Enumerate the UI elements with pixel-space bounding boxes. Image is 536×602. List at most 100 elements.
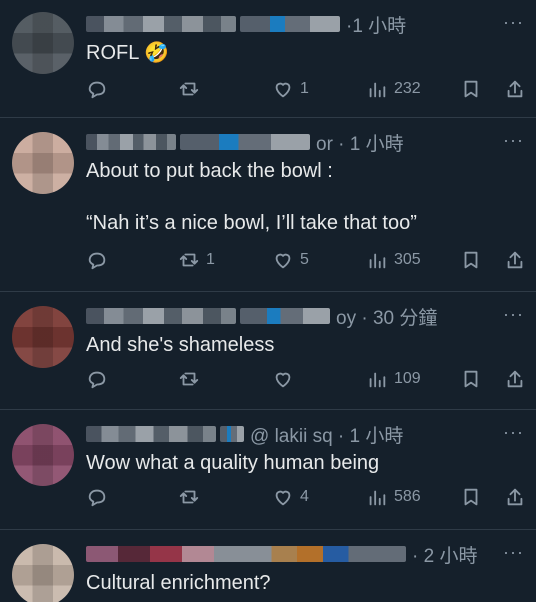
heart-icon: [275, 253, 291, 269]
reply-feed: ·1 小時 ··· ROFL 🤣 1 232 or · 1 小時 ··· Abo…: [0, 0, 536, 602]
views-button[interactable]: 232: [366, 78, 421, 100]
redacted-handle[interactable]: [240, 308, 330, 324]
share-icon: [507, 370, 523, 388]
views-icon: [369, 490, 386, 506]
reply-button[interactable]: [86, 486, 114, 508]
retweet-icon: [179, 253, 199, 267]
reply-button[interactable]: [86, 78, 114, 100]
redacted-author-name[interactable]: [86, 134, 176, 150]
views-button[interactable]: 109: [366, 368, 421, 390]
retweet-button[interactable]: [178, 78, 206, 100]
heart-icon: [275, 490, 291, 506]
tweet-header: · 2 小時 ···: [86, 542, 526, 567]
tweet-header: or · 1 小時 ···: [86, 130, 526, 155]
tweet-meta: @ lakii sq · 1 小時: [250, 425, 404, 447]
share-button[interactable]: [504, 249, 526, 271]
views-icon: [369, 253, 386, 269]
reply-icon: [88, 489, 106, 507]
tweet-header: ·1 小時 ···: [86, 12, 526, 37]
tweet-actions: 109: [86, 368, 526, 394]
like-button[interactable]: 4: [272, 486, 309, 508]
views-count: 586: [394, 488, 421, 505]
like-count: 1: [300, 80, 309, 97]
tweet-actions: 1 5 305: [86, 249, 526, 275]
tweet-actions: 4 586: [86, 486, 526, 512]
more-icon[interactable]: ···: [503, 130, 524, 151]
share-icon: [507, 80, 523, 98]
retweet-icon: [179, 372, 199, 386]
tweet-text: Wow what a quality human being: [86, 452, 380, 474]
heart-icon: [275, 82, 291, 98]
redacted-handle[interactable]: [220, 426, 244, 442]
bookmark-icon: [464, 251, 478, 269]
reply-tweet[interactable]: oy · 30 分鐘 ··· And she's shameless 109: [0, 292, 536, 410]
redacted-author-name[interactable]: [86, 308, 236, 324]
like-count: 4: [300, 488, 309, 505]
tweet-actions: 1 232: [86, 78, 526, 104]
views-icon: [369, 82, 386, 98]
share-button[interactable]: [504, 78, 526, 100]
bookmark-button[interactable]: [460, 249, 482, 271]
reply-tweet[interactable]: @ lakii sq · 1 小時 ··· Wow what a quality…: [0, 410, 536, 530]
bookmark-icon: [464, 488, 478, 506]
reply-tweet[interactable]: or · 1 小時 ··· About to put back the bowl…: [0, 118, 536, 292]
retweet-button[interactable]: [178, 368, 206, 390]
tweet-meta: oy · 30 分鐘: [336, 307, 438, 329]
heart-icon: [275, 372, 291, 388]
tweet-text: About to put back the bowl : “Nah it’s a…: [86, 160, 417, 234]
reply-icon: [88, 371, 106, 389]
more-icon[interactable]: ···: [503, 304, 524, 325]
avatar[interactable]: [12, 132, 74, 194]
retweet-button[interactable]: 1: [178, 249, 215, 271]
bookmark-button[interactable]: [460, 78, 482, 100]
reply-icon: [88, 252, 106, 270]
redacted-handle[interactable]: [180, 134, 310, 150]
bookmark-icon: [464, 80, 478, 98]
tweet-text: And she's shameless: [86, 334, 275, 356]
share-button[interactable]: [504, 368, 526, 390]
like-button[interactable]: 1: [272, 78, 309, 100]
like-button[interactable]: [272, 368, 300, 390]
reply-button[interactable]: [86, 368, 114, 390]
more-icon[interactable]: ···: [503, 12, 524, 33]
views-count: 232: [394, 80, 421, 97]
redacted-author-name[interactable]: [86, 426, 216, 442]
retweet-icon: [179, 490, 199, 504]
retweet-button[interactable]: [178, 486, 206, 508]
bookmark-button[interactable]: [460, 368, 482, 390]
views-count: 305: [394, 251, 421, 268]
retweet-count: 1: [206, 251, 215, 268]
share-icon: [507, 488, 523, 506]
tweet-header: oy · 30 分鐘 ···: [86, 304, 526, 329]
redacted-author-name[interactable]: [86, 546, 406, 562]
redacted-handle[interactable]: [240, 16, 340, 32]
tweet-text: Cultural enrichment?: [86, 572, 271, 594]
reply-icon: [88, 81, 106, 99]
like-button[interactable]: 5: [272, 249, 309, 271]
tweet-header: @ lakii sq · 1 小時 ···: [86, 422, 526, 447]
views-button[interactable]: 586: [366, 486, 421, 508]
bookmark-icon: [464, 370, 478, 388]
views-count: 109: [394, 370, 421, 387]
reply-tweet[interactable]: · 2 小時 ··· Cultural enrichment?: [0, 530, 536, 602]
more-icon[interactable]: ···: [503, 542, 524, 563]
tweet-meta: ·1 小時: [346, 15, 407, 37]
tweet-text: ROFL 🤣: [86, 42, 170, 64]
share-button[interactable]: [504, 486, 526, 508]
reply-button[interactable]: [86, 249, 114, 271]
avatar[interactable]: [12, 12, 74, 74]
reply-tweet[interactable]: ·1 小時 ··· ROFL 🤣 1 232: [0, 0, 536, 118]
avatar[interactable]: [12, 544, 74, 602]
bookmark-button[interactable]: [460, 486, 482, 508]
like-count: 5: [300, 251, 309, 268]
views-button[interactable]: 305: [366, 249, 421, 271]
redacted-author-name[interactable]: [86, 16, 236, 32]
share-icon: [507, 251, 523, 269]
more-icon[interactable]: ···: [503, 422, 524, 443]
tweet-meta: or · 1 小時: [316, 133, 404, 155]
tweet-meta: · 2 小時: [412, 545, 478, 567]
retweet-icon: [179, 82, 199, 96]
avatar[interactable]: [12, 424, 74, 486]
avatar[interactable]: [12, 306, 74, 368]
views-icon: [369, 372, 386, 388]
